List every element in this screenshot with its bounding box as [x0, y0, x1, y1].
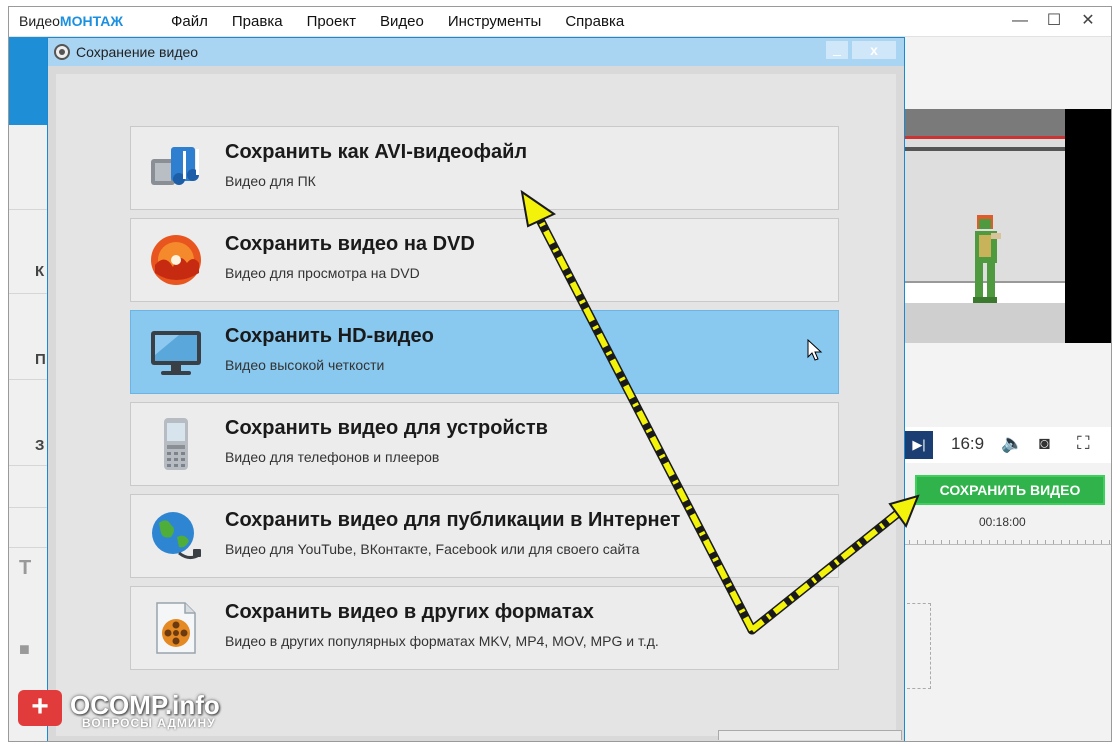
next-frame-button[interactable]: ▶|	[905, 431, 933, 459]
app-logo: ВидеоМОНТАЖ	[19, 13, 123, 29]
camera-icon[interactable]: ■	[19, 639, 30, 660]
option-subtitle: Видео высокой четкости	[225, 357, 385, 373]
dialog-title: Сохранение видео	[76, 44, 199, 60]
left-panel: К П З T ■	[9, 37, 49, 741]
option-save-dvd[interactable]: Сохранить видео на DVD Видео для просмот…	[130, 218, 839, 302]
menu-edit[interactable]: Правка	[232, 13, 283, 30]
text-tool-icon[interactable]: T	[19, 557, 31, 580]
option-save-avi[interactable]: Сохранить как AVI-видеофайл Видео для ПК	[130, 126, 839, 210]
mouse-cursor-icon	[807, 339, 823, 361]
dialog-titlebar: Сохранение видео _ x	[48, 38, 904, 66]
menu-project[interactable]: Проект	[307, 13, 356, 30]
option-title: Сохранить HD-видео	[225, 325, 434, 347]
divider	[9, 547, 49, 548]
globe-icon	[152, 512, 201, 560]
dialog-minimize-button[interactable]: _	[826, 41, 848, 59]
player-controls: ▶| 16:9 🔈 ◙ ⛶	[905, 427, 1111, 463]
divider	[9, 465, 49, 466]
left-tab-letter[interactable]: З	[35, 437, 44, 454]
left-tab-letter[interactable]: К	[35, 263, 44, 280]
plus-icon: +	[18, 690, 62, 726]
app-window: ВидеоМОНТАЖ Файл Правка Проект Видео Инс…	[8, 6, 1112, 742]
divider	[9, 379, 49, 380]
fullscreen-icon[interactable]: ⛶	[1077, 433, 1090, 454]
turtle-sprite	[973, 215, 1001, 303]
menu-video[interactable]: Видео	[380, 13, 424, 30]
preview-scenery	[905, 109, 1065, 139]
timeline-ruler	[905, 537, 1111, 545]
film-reel-icon	[156, 602, 196, 654]
dvd-disc-icon	[151, 235, 201, 285]
phone-icon	[164, 418, 188, 470]
music-file-icon	[151, 147, 199, 185]
option-title: Сохранить видео в других форматах	[225, 601, 594, 623]
option-save-devices[interactable]: Сохранить видео для устройств Видео для …	[130, 402, 839, 486]
option-subtitle: Видео для телефонов и плееров	[225, 449, 440, 465]
save-video-button[interactable]: СОХРАНИТЬ ВИДЕО	[915, 475, 1105, 505]
divider	[9, 293, 49, 294]
minimize-button[interactable]: —	[1003, 9, 1037, 33]
timeline-drop-zone[interactable]	[907, 603, 931, 689]
option-title: Сохранить как AVI-видеофайл	[225, 141, 528, 163]
option-title: Сохранить видео для публикации в Интерне…	[225, 509, 681, 531]
watermark-subtext: ВОПРОСЫ АДМИНУ	[82, 716, 216, 730]
divider	[9, 507, 49, 508]
snapshot-icon[interactable]: ◙	[1039, 433, 1050, 454]
maximize-button[interactable]: ☐	[1037, 9, 1071, 33]
divider	[9, 209, 49, 210]
option-subtitle: Видео для просмотра на DVD	[225, 265, 420, 281]
left-panel-header	[9, 37, 49, 125]
main-menu: Файл Правка Проект Видео Инструменты Спр…	[171, 13, 648, 30]
menu-file[interactable]: Файл	[171, 13, 208, 30]
save-video-dialog: Сохранение видео _ x Сохранить как AVI-в…	[47, 37, 905, 741]
option-title: Сохранить видео для устройств	[225, 417, 548, 439]
option-subtitle: Видео для ПК	[225, 173, 316, 189]
logo-prefix: Видео	[19, 13, 60, 29]
option-save-hd[interactable]: Сохранить HD-видео Видео высокой четкост…	[130, 310, 839, 394]
aspect-ratio-toggle[interactable]: 16:9	[951, 434, 984, 454]
menu-tools[interactable]: Инструменты	[448, 13, 542, 30]
option-save-internet[interactable]: Сохранить видео для публикации в Интерне…	[130, 494, 839, 578]
film-reel-icon	[54, 44, 70, 60]
video-preview	[905, 109, 1111, 343]
menu-help[interactable]: Справка	[565, 13, 624, 30]
logo-accent: МОНТАЖ	[59, 13, 124, 29]
app-menubar: ВидеоМОНТАЖ Файл Правка Проект Видео Инс…	[9, 7, 1111, 37]
dialog-footer-button[interactable]	[718, 730, 902, 740]
dialog-close-button[interactable]: x	[852, 41, 896, 59]
option-subtitle: Видео для YouTube, ВКонтакте, Facebook и…	[225, 541, 640, 557]
preview-scenery	[905, 303, 1065, 343]
monitor-icon	[151, 331, 201, 375]
option-title: Сохранить видео на DVD	[225, 233, 475, 255]
timecode-label: 00:18:00	[979, 515, 1026, 529]
option-subtitle: Видео в других популярных форматах MKV, …	[225, 633, 659, 649]
close-button[interactable]: ✕	[1071, 9, 1105, 33]
dialog-body: Сохранить как AVI-видеофайл Видео для ПК…	[56, 74, 902, 740]
volume-icon[interactable]: 🔈	[1001, 433, 1023, 454]
option-save-other-formats[interactable]: Сохранить видео в других форматах Видео …	[130, 586, 839, 670]
preview-scenery	[905, 147, 1065, 151]
left-tab-letter[interactable]: П	[35, 351, 46, 368]
window-controls: — ☐ ✕	[1003, 9, 1105, 33]
